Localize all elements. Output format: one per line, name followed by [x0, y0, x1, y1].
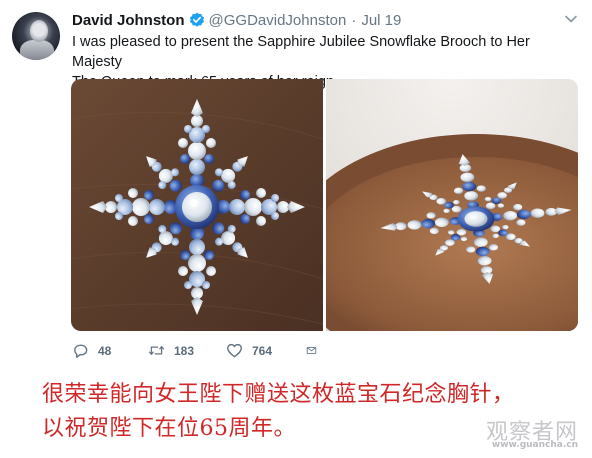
like-button[interactable]: 764 [226, 342, 306, 359]
retweet-icon [148, 346, 165, 355]
tweet-header: David Johnston @GGDavidJohnston · Jul 19 [72, 11, 401, 29]
tweet-text-line: I was pleased to present the Sapphire Ju… [72, 34, 530, 70]
direct-message-icon [306, 346, 317, 355]
direct-message-button[interactable] [306, 342, 326, 359]
chevron-down-icon[interactable] [564, 12, 578, 26]
heart-icon [226, 343, 243, 358]
display-name[interactable]: David Johnston [72, 12, 185, 29]
caption-line: 以祝贺陛下在位65周年。 [42, 416, 296, 441]
chinese-caption-banner: 很荣幸能向女王陛下赠送这枚蓝宝石纪念胸针， 以祝贺陛下在位65周年。 观察者网 … [0, 374, 592, 458]
handle[interactable]: @GGDavidJohnston [209, 12, 347, 29]
separator-dot: · [351, 11, 357, 29]
reply-button[interactable]: 48 [72, 342, 148, 359]
brooch-photo-front[interactable] [71, 79, 323, 331]
verified-badge-icon [189, 12, 205, 28]
avatar[interactable] [12, 12, 60, 60]
tweet-actions: 48 183 764 [72, 342, 326, 359]
reply-icon [74, 344, 88, 358]
caption-line: 很荣幸能向女王陛下赠送这枚蓝宝石纪念胸针， [42, 382, 515, 407]
reply-count: 48 [98, 343, 112, 358]
retweet-count: 183 [174, 343, 195, 358]
tweet-date[interactable]: Jul 19 [361, 12, 401, 29]
media-gallery [71, 79, 578, 331]
like-count: 764 [252, 343, 273, 358]
brooch-photo-angled[interactable] [326, 79, 578, 331]
tweet-card: David Johnston @GGDavidJohnston · Jul 19… [0, 0, 592, 374]
watermark-url: www.guancha.cn [491, 440, 578, 450]
retweet-button[interactable]: 183 [148, 342, 226, 359]
